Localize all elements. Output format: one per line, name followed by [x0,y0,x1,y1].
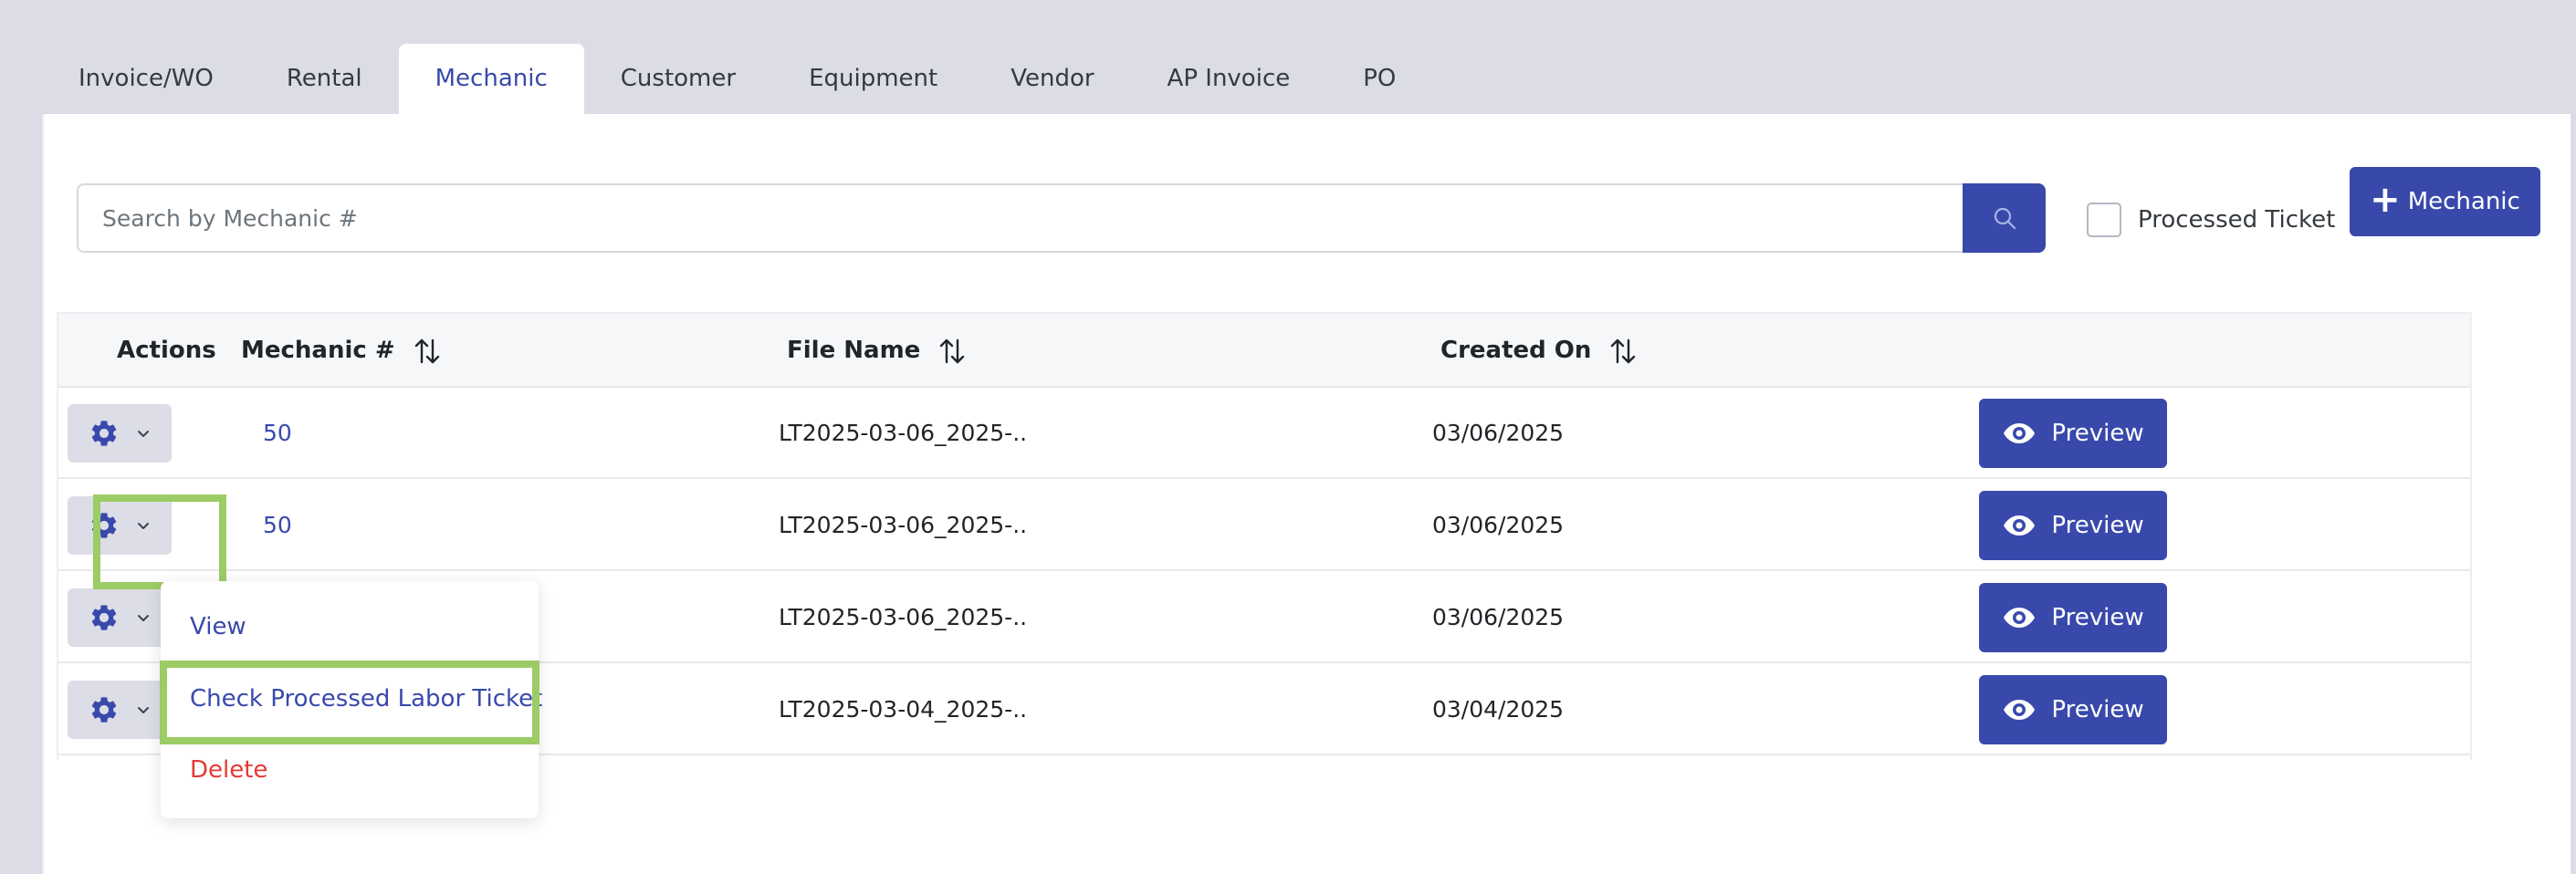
tab-customer[interactable]: Customer [584,44,772,114]
created-on-cell: 03/06/2025 [1432,420,1565,446]
mechanic-number-link[interactable]: 50 [263,388,292,479]
preview-button[interactable]: Preview [1979,491,2167,560]
eye-icon [2004,608,2036,628]
header-mechanic-number[interactable]: Mechanic # [241,314,441,388]
eye-icon [2004,515,2036,536]
preview-label: Preview [2051,512,2144,539]
preview-button[interactable]: Preview [1979,675,2167,744]
tab-vendor[interactable]: Vendor [974,44,1130,114]
mechanic-number-link[interactable]: 50 [263,480,292,571]
menu-item-view[interactable]: View [190,613,246,640]
row-actions-dropdown[interactable] [68,496,172,555]
chevron-down-icon [138,431,149,437]
add-mechanic-button[interactable]: + Mechanic [2350,167,2540,236]
add-mechanic-label: Mechanic [2407,188,2520,215]
header-file-name[interactable]: File Name [787,314,966,388]
table-row: 50 LT2025-03-06_2025-.. 03/06/2025 Previ… [58,388,2470,479]
eye-icon [2004,700,2036,720]
preview-label: Preview [2051,696,2144,723]
sort-icon[interactable] [414,337,441,366]
header-actions: Actions [117,337,216,364]
gear-icon [91,513,117,538]
preview-button[interactable]: Preview [1979,583,2167,652]
row-actions-dropdown[interactable] [68,681,172,739]
tab-ap-invoice[interactable]: AP Invoice [1131,44,1327,114]
tab-mechanic[interactable]: Mechanic [398,44,584,114]
row-actions-dropdown[interactable] [68,588,172,647]
sort-icon[interactable] [1609,337,1637,366]
tab-po[interactable]: PO [1326,44,1432,114]
tab-invoice-wo[interactable]: Invoice/WO [42,44,250,114]
table-row: 50 LT2025-03-06_2025-.. 03/06/2025 Previ… [58,480,2470,571]
gear-icon [91,421,117,446]
gear-icon [91,697,117,723]
file-name-cell: LT2025-03-04_2025-.. [779,696,1028,723]
menu-item-delete[interactable]: Delete [190,756,267,784]
created-on-cell: 03/06/2025 [1432,604,1565,630]
row-actions-menu: View Check Processed Labor Ticket Delete [161,581,542,818]
preview-label: Preview [2051,604,2144,631]
search-button[interactable] [1963,183,2046,253]
search-icon [1994,207,2016,230]
table-header: Actions Mechanic # File Name Created On [58,314,2470,388]
processed-ticket-checkbox[interactable] [2087,203,2121,237]
sort-icon[interactable] [938,337,966,366]
menu-item-check-processed-labor-ticket[interactable]: Check Processed Labor Ticket [190,685,542,713]
gear-icon [91,605,117,630]
header-created-on[interactable]: Created On [1440,314,1637,388]
search-input[interactable] [77,183,1963,253]
row-actions-dropdown[interactable] [68,404,172,463]
created-on-cell: 03/04/2025 [1432,696,1565,723]
file-name-cell: LT2025-03-06_2025-.. [779,420,1028,446]
search-bar [77,183,2046,253]
created-on-cell: 03/06/2025 [1432,512,1565,538]
file-name-cell: LT2025-03-06_2025-.. [779,604,1028,630]
tab-rental[interactable]: Rental [250,44,399,114]
processed-ticket-label: Processed Ticket [2138,206,2336,234]
tab-bar: Invoice/WO Rental Mechanic Customer Equi… [42,44,1432,114]
chevron-down-icon [138,523,149,529]
preview-button[interactable]: Preview [1979,399,2167,468]
preview-label: Preview [2051,420,2144,447]
chevron-down-icon [138,615,149,621]
eye-icon [2004,423,2036,443]
processed-ticket-filter: Processed Ticket [2087,203,2335,237]
chevron-down-icon [138,707,149,713]
tab-equipment[interactable]: Equipment [772,44,974,114]
plus-icon: + [2370,179,2401,221]
file-name-cell: LT2025-03-06_2025-.. [779,512,1028,538]
